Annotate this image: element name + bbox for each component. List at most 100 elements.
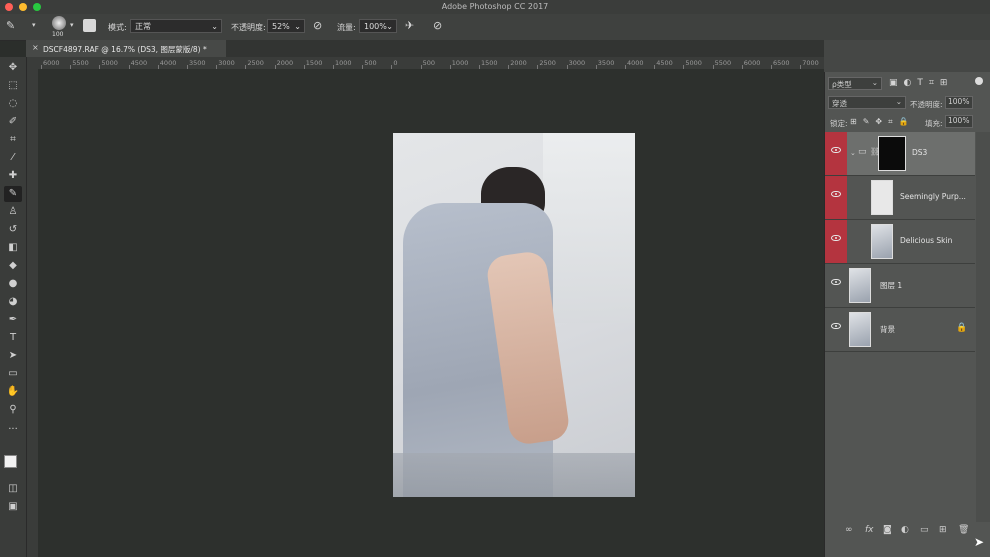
layer-name: Delicious Skin <box>900 236 953 245</box>
new-layer-icon[interactable]: ⊞ <box>939 525 947 535</box>
layer-visibility-toggle[interactable] <box>825 264 847 307</box>
ruler-label: 5000 <box>685 59 702 67</box>
brush-panel-toggle-icon[interactable] <box>83 19 96 32</box>
toolbox: ✥ ⬚ ◌ ✐ ⌗ ⁄ ✚ ✎ ♙ ↺ ◧ ◆ ● ◕ ✒ T ➤ ▭ ✋ ⚲ … <box>0 57 27 557</box>
layer-name: DS3 <box>912 148 928 157</box>
blend-mode-select[interactable]: 穿透 ⌄ <box>828 96 906 109</box>
fx-icon[interactable]: fx <box>865 525 874 535</box>
eye-icon <box>831 191 841 197</box>
layer-visibility-toggle[interactable] <box>825 308 847 351</box>
foreground-color-swatch[interactable] <box>4 455 17 468</box>
clone-stamp-tool-icon[interactable]: ♙ <box>4 204 22 220</box>
ruler-label: 500 <box>364 59 377 67</box>
tab-document[interactable]: × DSCF4897.RAF @ 16.7% (DS3, 图层蒙版/8) * <box>26 40 226 57</box>
crop-tool-icon[interactable]: ⌗ <box>4 132 22 148</box>
ruler-label: 2500 <box>247 59 264 67</box>
eyedropper-tool-icon[interactable]: ⁄ <box>4 150 22 166</box>
mode-select[interactable]: 正常 ⌄ <box>130 19 222 33</box>
delete-layer-icon[interactable]: 🗑 <box>958 525 969 535</box>
layer-row-seemingly-purple[interactable]: Seemingly Purp... <box>825 176 975 220</box>
rectangle-tool-icon[interactable]: ▭ <box>4 366 22 382</box>
add-mask-icon[interactable]: ◙ <box>883 525 892 535</box>
lock-icons[interactable]: ⊞✎✥⌗🔒 <box>850 117 915 127</box>
layer-fill-input[interactable]: 100% <box>945 115 973 128</box>
pen-tool-icon[interactable]: ✒ <box>4 312 22 328</box>
eye-icon <box>831 279 841 285</box>
pressure-size-icon[interactable]: ⊘ <box>433 19 442 32</box>
layer-thumbnail[interactable] <box>871 224 893 259</box>
chevron-down-icon[interactable]: ⌄ <box>850 149 856 157</box>
quick-select-tool-icon[interactable]: ✐ <box>4 114 22 130</box>
move-tool-icon[interactable]: ✥ <box>4 60 22 76</box>
layer-visibility-toggle[interactable] <box>825 220 847 263</box>
eraser-tool-icon[interactable]: ◧ <box>4 240 22 256</box>
hand-tool-icon[interactable]: ✋ <box>4 384 22 400</box>
brush-preview-icon[interactable] <box>52 16 66 30</box>
ruler-label: 5000 <box>101 59 118 67</box>
pressure-opacity-icon[interactable]: ⊘ <box>313 19 322 32</box>
panel-scrollbar[interactable] <box>976 132 990 522</box>
layer-name: Seemingly Purp... <box>900 192 966 201</box>
lasso-tool-icon[interactable]: ◌ <box>4 96 22 112</box>
layer-row-background[interactable]: 背景 🔒 <box>825 308 975 352</box>
layer-row-layer1[interactable]: 图层 1 <box>825 264 975 308</box>
document-title: DSCF4897.RAF @ 16.7% (DS3, 图层蒙版/8) * <box>43 45 207 54</box>
flow-value: 100% <box>364 22 387 31</box>
layer-filter-select[interactable]: ρ类型 ⌄ <box>828 77 882 90</box>
filter-label: ρ类型 <box>832 80 852 89</box>
layer-thumbnail[interactable] <box>849 312 871 347</box>
close-tab-icon[interactable]: × <box>32 43 39 52</box>
ruler-label: 500 <box>422 59 436 67</box>
path-select-tool-icon[interactable]: ➤ <box>4 348 22 364</box>
chevron-down-icon: ⌄ <box>895 97 902 106</box>
filter-toggle-icon[interactable] <box>975 77 983 85</box>
layer-filter-icons[interactable]: ▣◐T⌗⊞ <box>889 78 969 90</box>
eye-icon <box>831 323 841 329</box>
paint-bucket-tool-icon[interactable]: ◆ <box>4 258 22 274</box>
layer-visibility-toggle[interactable] <box>825 176 847 219</box>
link-layers-icon[interactable]: ∞ <box>845 525 853 535</box>
chevron-down-icon: ⌄ <box>211 22 218 31</box>
blend-mode-value: 穿透 <box>832 99 847 108</box>
more-tools-icon[interactable]: ··· <box>4 422 22 438</box>
layer-name: 图层 1 <box>880 281 903 290</box>
layer-opacity-input[interactable]: 100% <box>945 96 973 109</box>
brush-tool-icon[interactable]: ✎ <box>4 186 22 202</box>
layer-visibility-toggle[interactable] <box>825 132 847 175</box>
blur-tool-icon[interactable]: ● <box>4 276 22 292</box>
ruler-label: 3500 <box>597 59 615 67</box>
document-image[interactable] <box>393 133 635 497</box>
brush-preset-dropdown-icon[interactable]: ▾ <box>32 21 36 29</box>
layer-thumbnail[interactable] <box>871 180 893 215</box>
healing-brush-tool-icon[interactable]: ✚ <box>4 168 22 184</box>
layer-opacity-label: 不透明度: <box>910 100 943 109</box>
layer-name: 背景 <box>880 325 895 334</box>
lock-icon: 🔒 <box>956 323 968 333</box>
flow-input[interactable]: 100% ⌄ <box>359 19 397 33</box>
marquee-tool-icon[interactable]: ⬚ <box>4 78 22 94</box>
ruler-label: 4500 <box>656 59 673 67</box>
brush-size-dropdown-icon[interactable]: ▾ <box>70 21 74 29</box>
brush-tool-icon[interactable]: ✎ <box>6 19 15 32</box>
layer-mask-thumbnail[interactable] <box>878 136 906 171</box>
history-brush-tool-icon[interactable]: ↺ <box>4 222 22 238</box>
type-tool-icon[interactable]: T <box>4 330 22 346</box>
opacity-input[interactable]: 52% ⌄ <box>267 19 305 33</box>
screen-mode-icon[interactable]: ▣ <box>4 499 22 515</box>
vertical-ruler[interactable] <box>26 69 38 557</box>
airbrush-icon[interactable]: ✈ <box>405 19 414 32</box>
new-group-icon[interactable]: ▭ <box>920 525 929 535</box>
quick-mask-icon[interactable]: ◫ <box>4 481 22 497</box>
layer-row-ds3[interactable]: ⌄ ▭ ⛓ DS3 <box>825 132 975 176</box>
chevron-down-icon: ⌄ <box>386 22 393 31</box>
ruler-label: 6000 <box>43 59 60 67</box>
adjustment-layer-icon[interactable]: ◐ <box>901 525 909 535</box>
ruler-label: 1000 <box>335 59 352 67</box>
zoom-tool-icon[interactable]: ⚲ <box>4 402 22 418</box>
dodge-tool-icon[interactable]: ◕ <box>4 294 22 310</box>
layer-thumbnail[interactable] <box>849 268 871 303</box>
ruler-label: 4500 <box>130 59 148 67</box>
horizontal-ruler[interactable]: 6000 5500 5000 4500 4000 3500 3000 2500 2000 1500… <box>38 57 824 69</box>
fill-label: 填充: <box>925 119 943 128</box>
layer-row-delicious-skin[interactable]: Delicious Skin <box>825 220 975 264</box>
